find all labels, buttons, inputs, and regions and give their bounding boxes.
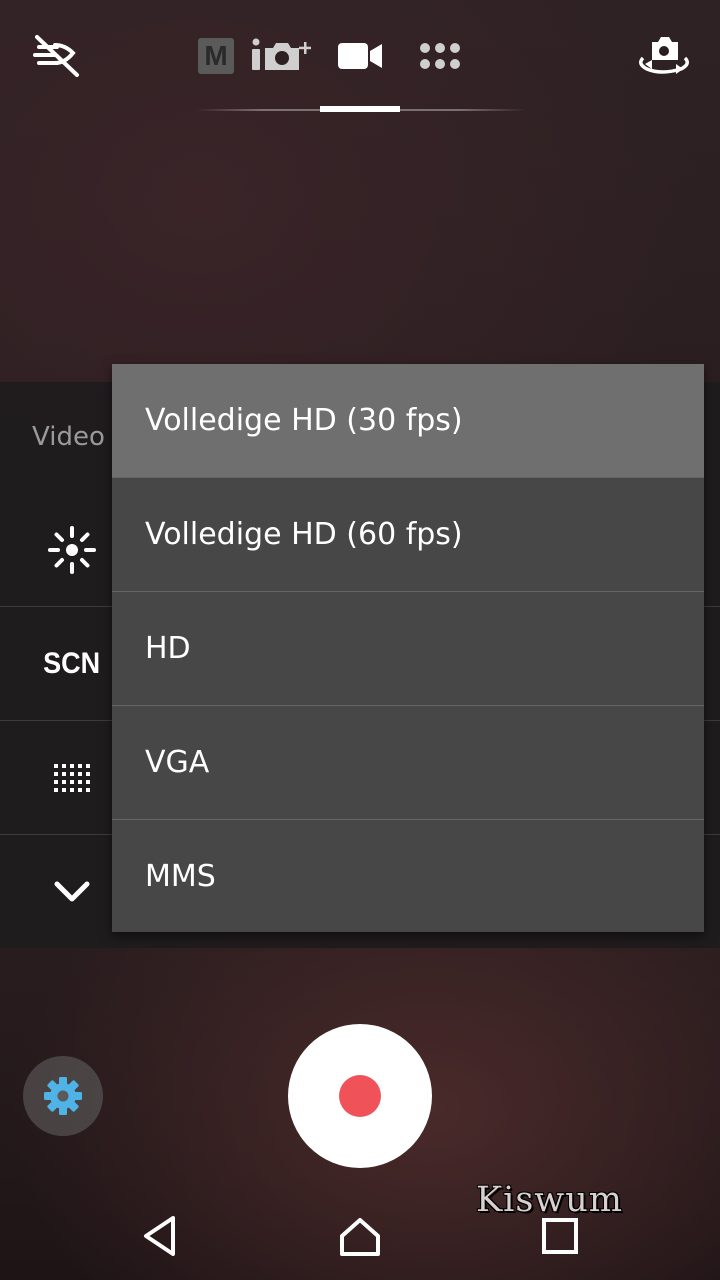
scene-label: SCN (43, 647, 101, 680)
settings-button[interactable] (23, 1056, 103, 1136)
home-button[interactable] (320, 1192, 400, 1280)
manual-mode-label: M (204, 40, 228, 71)
chevron-down-icon[interactable] (32, 852, 112, 932)
back-button[interactable] (120, 1192, 200, 1280)
video-camera-icon[interactable] (336, 40, 384, 72)
record-icon (339, 1075, 381, 1117)
menu-item-vga[interactable]: VGA (112, 706, 704, 819)
brightness-icon[interactable] (32, 510, 112, 590)
switch-camera-icon[interactable] (634, 32, 694, 80)
video-label: Video (32, 422, 105, 452)
menu-item-full-hd-60[interactable]: Volledige HD (60 fps) (112, 478, 704, 591)
menu-item-mms[interactable]: MMS (112, 820, 704, 933)
resolution-menu: Volledige HD (30 fps) Volledige HD (60 f… (112, 364, 704, 932)
recents-button[interactable] (520, 1192, 600, 1280)
gear-icon (44, 1077, 82, 1115)
flash-off-icon[interactable] (28, 30, 84, 82)
back-icon (144, 1216, 175, 1256)
scene-icon[interactable]: SCN (32, 624, 112, 704)
recents-icon (542, 1218, 578, 1254)
mode-indicator (320, 106, 400, 112)
superior-auto-icon[interactable] (248, 36, 316, 76)
apps-grid-icon[interactable] (416, 40, 464, 72)
navigation-bar (0, 1192, 720, 1280)
grid-icon[interactable] (32, 738, 112, 818)
home-icon (340, 1218, 380, 1256)
menu-item-hd[interactable]: HD (112, 592, 704, 705)
manual-mode-icon[interactable]: M (198, 38, 234, 74)
menu-item-full-hd-30[interactable]: Volledige HD (30 fps) (112, 364, 704, 477)
top-bar: M (0, 0, 720, 112)
record-button[interactable] (288, 1024, 432, 1168)
